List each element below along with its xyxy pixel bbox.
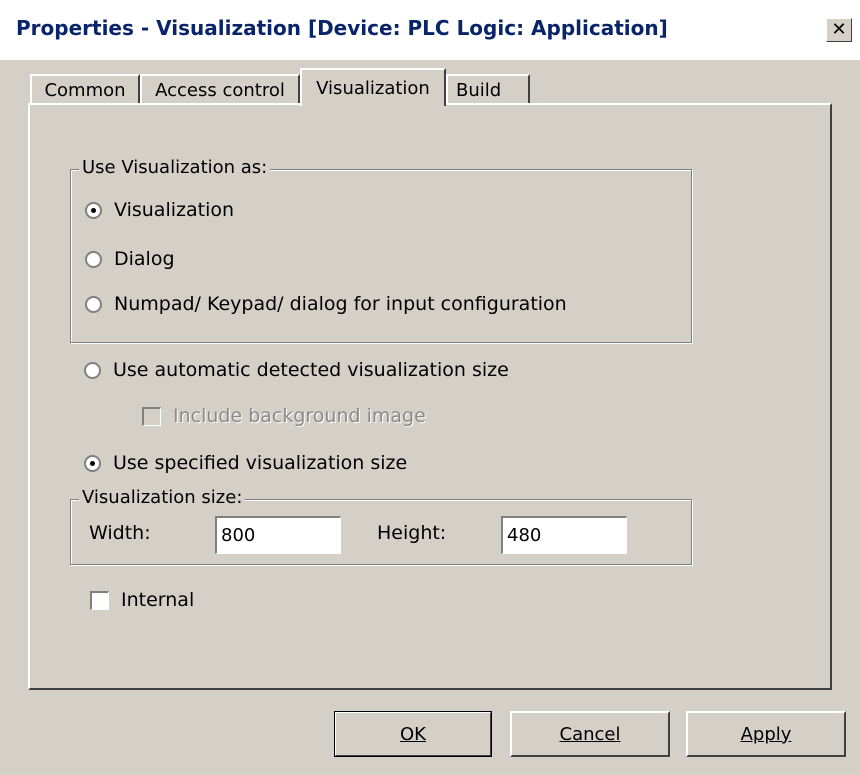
tab-access-control[interactable]: Access control [140, 74, 300, 104]
close-icon: ✕ [831, 19, 847, 40]
window-title: Properties - Visualization [Device: PLC … [16, 16, 668, 40]
radio-specified-size-label: Use specified visualization size [113, 452, 408, 474]
radio-numpad-keypad-indicator[interactable] [85, 295, 102, 313]
checkbox-internal-label: Internal [121, 589, 195, 611]
use-visualization-as-label: Use Visualization as: [79, 157, 271, 178]
radio-auto-size-indicator[interactable] [84, 361, 101, 379]
width-input[interactable] [215, 516, 341, 554]
ok-button[interactable]: OK [334, 711, 492, 757]
tab-build[interactable]: Build [446, 74, 530, 104]
height-label: Height: [377, 522, 447, 544]
radio-specified-size[interactable]: Use specified visualization size [84, 452, 407, 474]
use-visualization-as-group: Use Visualization as: Visualization Dial… [70, 157, 692, 343]
title-bar: Properties - Visualization [Device: PLC … [0, 0, 860, 60]
checkbox-internal-box[interactable] [90, 590, 109, 610]
height-input[interactable] [501, 516, 627, 554]
checkbox-include-background-label: Include background image [173, 405, 426, 427]
tab-common[interactable]: Common [30, 74, 140, 104]
visualization-size-group: Visualization size: Width: Height: [70, 487, 692, 565]
tab-panel-visualization: Use Visualization as: Visualization Dial… [28, 103, 832, 690]
radio-numpad-keypad-label: Numpad/ Keypad/ dialog for input configu… [114, 293, 567, 315]
cancel-button-label: Cancel [559, 723, 621, 745]
radio-dialog[interactable]: Dialog [85, 248, 175, 270]
radio-visualization[interactable]: Visualization [85, 199, 234, 221]
close-button[interactable]: ✕ [826, 18, 852, 42]
visualization-size-label: Visualization size: [79, 487, 246, 508]
checkbox-include-background[interactable]: Include background image [142, 405, 426, 427]
apply-button[interactable]: Apply [686, 711, 846, 757]
radio-visualization-indicator[interactable] [85, 201, 102, 219]
radio-specified-size-indicator[interactable] [84, 454, 101, 472]
apply-button-label: Apply [740, 723, 792, 745]
radio-auto-size-label: Use automatic detected visualization siz… [113, 359, 509, 381]
tab-visualization[interactable]: Visualization [300, 68, 446, 106]
tab-strip: Common Access control Visualization Buil… [28, 68, 848, 106]
radio-visualization-label: Visualization [114, 199, 235, 221]
radio-dialog-label: Dialog [114, 248, 175, 270]
checkbox-internal[interactable]: Internal [90, 589, 194, 611]
radio-numpad-keypad[interactable]: Numpad/ Keypad/ dialog for input configu… [85, 293, 567, 315]
checkbox-include-background-box[interactable] [142, 406, 161, 426]
width-label: Width: [89, 522, 151, 544]
properties-dialog: Properties - Visualization [Device: PLC … [0, 0, 860, 775]
radio-dialog-indicator[interactable] [85, 250, 102, 268]
cancel-button[interactable]: Cancel [510, 711, 670, 757]
ok-button-label: OK [400, 723, 426, 745]
radio-auto-size[interactable]: Use automatic detected visualization siz… [84, 359, 509, 381]
